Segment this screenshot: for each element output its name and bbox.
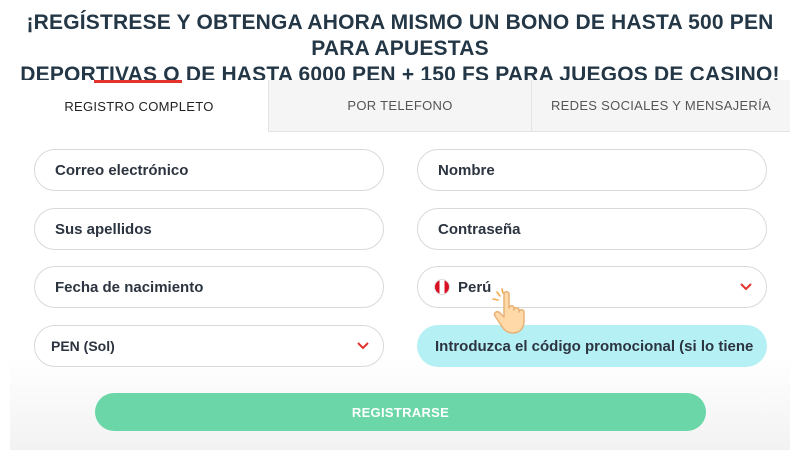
currency-value: PEN (Sol): [51, 338, 115, 354]
tab-full-registration[interactable]: REGISTRO COMPLETO: [10, 80, 268, 132]
tab-label: REGISTRO COMPLETO: [64, 98, 214, 114]
peru-flag-icon: [434, 279, 450, 295]
last-name-placeholder: Sus apellidos: [55, 220, 152, 238]
promo-code-field[interactable]: Introduzca el código promocional (si lo …: [417, 325, 767, 367]
tab-label: REDES SOCIALES Y MENSAJERÍA: [550, 98, 772, 113]
birth-date-placeholder: Fecha de nacimiento: [55, 278, 204, 296]
birth-date-field[interactable]: Fecha de nacimiento: [34, 266, 384, 308]
email-field[interactable]: Correo electrónico: [34, 149, 384, 191]
email-placeholder: Correo electrónico: [55, 161, 189, 179]
page-headline: ¡REGÍSTRESE Y OBTENGA AHORA MISMO UN BON…: [0, 10, 800, 88]
headline-line-1: ¡REGÍSTRESE Y OBTENGA AHORA MISMO UN BON…: [26, 11, 774, 60]
chevron-down-icon: [726, 283, 766, 291]
country-select[interactable]: Perú: [417, 266, 767, 308]
first-name-placeholder: Nombre: [438, 161, 495, 179]
tab-social-networks[interactable]: REDES SOCIALES Y MENSAJERÍA: [531, 80, 790, 132]
register-button[interactable]: REGISTRARSE: [95, 393, 706, 431]
pointer-hand-icon: [490, 288, 540, 343]
first-name-field[interactable]: Nombre: [417, 149, 767, 191]
currency-select[interactable]: PEN (Sol): [34, 325, 384, 367]
last-name-field[interactable]: Sus apellidos: [34, 208, 384, 250]
tab-label: POR TELEFONO: [347, 98, 453, 113]
tab-phone[interactable]: POR TELEFONO: [268, 80, 531, 132]
password-field[interactable]: Contraseña: [417, 208, 767, 250]
chevron-down-icon: [343, 342, 383, 350]
promo-code-placeholder: Introduzca el código promocional (si lo …: [435, 337, 754, 355]
registration-tabs: REGISTRO COMPLETO POR TELEFONO REDES SOC…: [10, 80, 790, 132]
password-placeholder: Contraseña: [438, 220, 521, 238]
